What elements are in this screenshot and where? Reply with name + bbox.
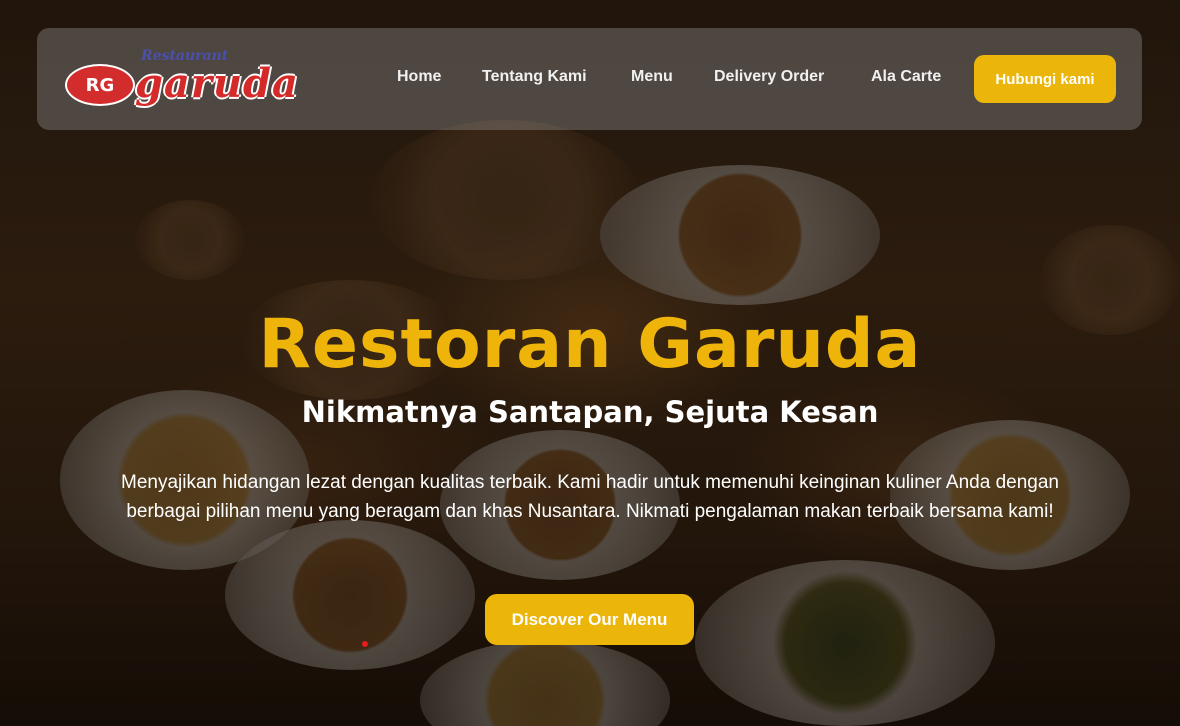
- nav-link-delivery-order[interactable]: Delivery Order: [714, 68, 824, 86]
- hero-subtitle: Nikmatnya Santapan, Sejuta Kesan: [301, 395, 879, 429]
- nav-link-ala-carte[interactable]: Ala Carte: [871, 68, 941, 86]
- nav-links: Home Tentang Kami Menu Delivery Order Al…: [37, 28, 1142, 130]
- discover-menu-button[interactable]: Discover Our Menu: [485, 594, 694, 645]
- hero-description: Menyajikan hidangan lezat dengan kualita…: [121, 472, 1059, 522]
- nav-link-tentang-kami[interactable]: Tentang Kami: [482, 68, 587, 86]
- nav-link-menu[interactable]: Menu: [631, 68, 673, 86]
- contact-us-button[interactable]: Hubungi kami: [974, 55, 1116, 103]
- decorative-dot: [362, 641, 368, 647]
- nav-link-home[interactable]: Home: [397, 68, 441, 86]
- hero-title: Restoran Garuda: [258, 305, 922, 384]
- top-navbar: Restaurant RG garuda Home Tentang Kami M…: [37, 28, 1142, 130]
